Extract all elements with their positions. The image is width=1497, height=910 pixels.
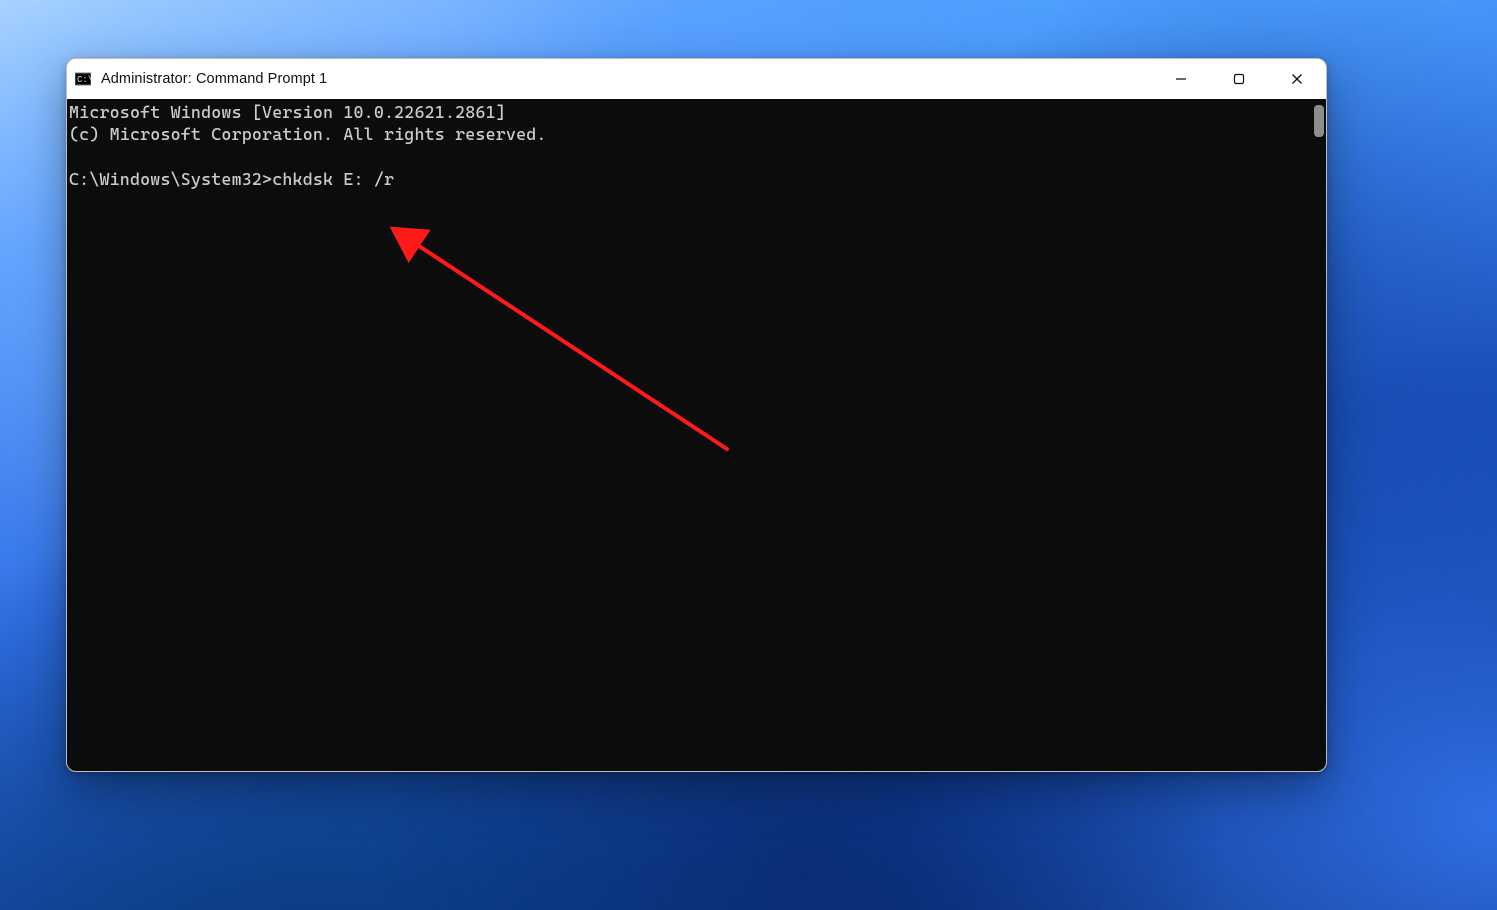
window-controls [1152, 59, 1326, 99]
scrollbar-thumb[interactable] [1314, 105, 1324, 137]
cmd-icon: C:\_ [75, 71, 91, 87]
terminal-client-area[interactable]: Microsoft Windows [Version 10.0.22621.28… [67, 99, 1326, 771]
window-title: Administrator: Command Prompt 1 [101, 71, 327, 87]
svg-text:C:\_: C:\_ [77, 75, 91, 85]
terminal-output[interactable]: Microsoft Windows [Version 10.0.22621.28… [67, 99, 1326, 771]
close-button[interactable] [1268, 59, 1326, 99]
terminal-line: C:\Windows\System32>chkdsk E: /r [69, 169, 394, 189]
desktop-background: C:\_ Administrator: Command Prompt 1 Mic… [0, 0, 1497, 910]
vertical-scrollbar[interactable] [1311, 99, 1326, 771]
terminal-line: (c) Microsoft Corporation. All rights re… [69, 124, 547, 144]
maximize-button[interactable] [1210, 59, 1268, 99]
command-prompt-window: C:\_ Administrator: Command Prompt 1 Mic… [66, 58, 1327, 772]
minimize-button[interactable] [1152, 59, 1210, 99]
terminal-line: Microsoft Windows [Version 10.0.22621.28… [69, 102, 506, 122]
titlebar[interactable]: C:\_ Administrator: Command Prompt 1 [67, 59, 1326, 99]
